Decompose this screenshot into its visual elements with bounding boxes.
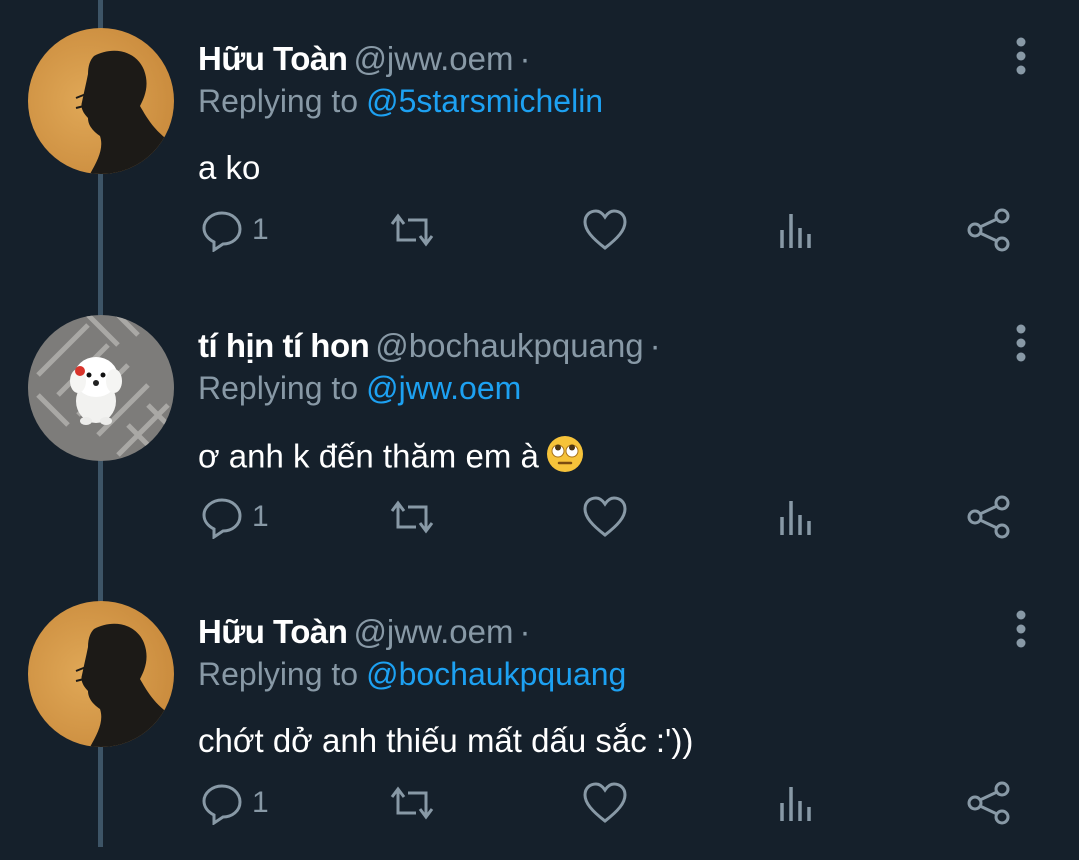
tweet-header: Hữu Toàn @jww.oem ·: [198, 611, 530, 653]
avatar[interactable]: [28, 601, 174, 747]
tweet[interactable]: Hữu Toàn @jww.oem · Replying to @5starsmich…: [0, 0, 1079, 287]
like-icon: [582, 495, 628, 539]
share-button[interactable]: [966, 495, 1012, 539]
face-with-rolling-eyes-emoji-icon: [545, 434, 585, 484]
tweet-actions: 1: [0, 200, 1079, 260]
analytics-icon: [778, 495, 816, 539]
tweet[interactable]: tí hịn tí hon @bochaukpquang · Replying to…: [0, 287, 1079, 574]
like-icon: [582, 781, 628, 825]
retweet-button[interactable]: [386, 495, 438, 539]
username[interactable]: @jww.oem: [353, 40, 513, 77]
like-icon: [582, 208, 628, 252]
share-icon: [966, 495, 1012, 539]
reply-icon: [200, 208, 244, 252]
replying-label: Replying to: [198, 656, 359, 692]
like-button[interactable]: [582, 208, 628, 252]
like-button[interactable]: [582, 781, 628, 825]
replying-to: Replying to @bochaukpquang: [198, 653, 626, 695]
replying-to: Replying to @jww.oem: [198, 367, 521, 409]
separator: ·: [649, 327, 661, 364]
retweet-button[interactable]: [386, 208, 438, 252]
display-name[interactable]: Hữu Toàn: [198, 40, 348, 77]
analytics-button[interactable]: [778, 781, 816, 825]
retweet-icon: [386, 495, 438, 539]
display-name[interactable]: tí hịn tí hon: [198, 327, 370, 364]
username[interactable]: @bochaukpquang: [375, 327, 643, 364]
share-button[interactable]: [966, 208, 1012, 252]
more-icon[interactable]: [1006, 36, 1036, 76]
reply-icon: [200, 495, 244, 539]
analytics-button[interactable]: [778, 208, 816, 252]
tweet-actions: 1: [0, 773, 1079, 833]
share-button[interactable]: [966, 781, 1012, 825]
reply-count: 1: [252, 786, 269, 819]
tweet-text: ơ anh k đến thăm em à: [198, 434, 585, 484]
replying-label: Replying to: [198, 370, 359, 406]
reply-count: 1: [252, 500, 269, 533]
retweet-button[interactable]: [386, 781, 438, 825]
analytics-icon: [778, 208, 816, 252]
avatar[interactable]: [28, 28, 174, 174]
avatar[interactable]: [28, 315, 174, 461]
more-icon[interactable]: [1006, 323, 1036, 363]
tweet-actions: 1: [0, 487, 1079, 547]
retweet-icon: [386, 781, 438, 825]
tweet-text-content: ơ anh k đến thăm em à: [198, 437, 539, 475]
share-icon: [966, 781, 1012, 825]
reply-icon: [200, 781, 244, 825]
reply-button[interactable]: 1: [200, 781, 269, 825]
username[interactable]: @jww.oem: [353, 613, 513, 650]
reply-mention-link[interactable]: @5starsmichelin: [366, 83, 603, 119]
analytics-button[interactable]: [778, 495, 816, 539]
share-icon: [966, 208, 1012, 252]
reply-button[interactable]: 1: [200, 495, 269, 539]
reply-mention-link[interactable]: @jww.oem: [366, 370, 521, 406]
reply-button[interactable]: 1: [200, 208, 269, 252]
tweet-header: tí hịn tí hon @bochaukpquang ·: [198, 325, 661, 367]
display-name[interactable]: Hữu Toàn: [198, 613, 348, 650]
retweet-icon: [386, 208, 438, 252]
reply-count: 1: [252, 213, 269, 246]
tweet-text: chớt dở anh thiếu mất dấu sắc :')): [198, 722, 694, 759]
more-icon[interactable]: [1006, 609, 1036, 649]
tweet-text: a ko: [198, 149, 261, 186]
analytics-icon: [778, 781, 816, 825]
reply-mention-link[interactable]: @bochaukpquang: [366, 656, 626, 692]
tweet-header: Hữu Toàn @jww.oem ·: [198, 38, 530, 80]
replying-label: Replying to: [198, 83, 359, 119]
like-button[interactable]: [582, 495, 628, 539]
separator: ·: [519, 613, 531, 650]
tweet[interactable]: Hữu Toàn @jww.oem · Replying to @bochaukpqu…: [0, 573, 1079, 860]
separator: ·: [519, 40, 531, 77]
replying-to: Replying to @5starsmichelin: [198, 80, 603, 122]
